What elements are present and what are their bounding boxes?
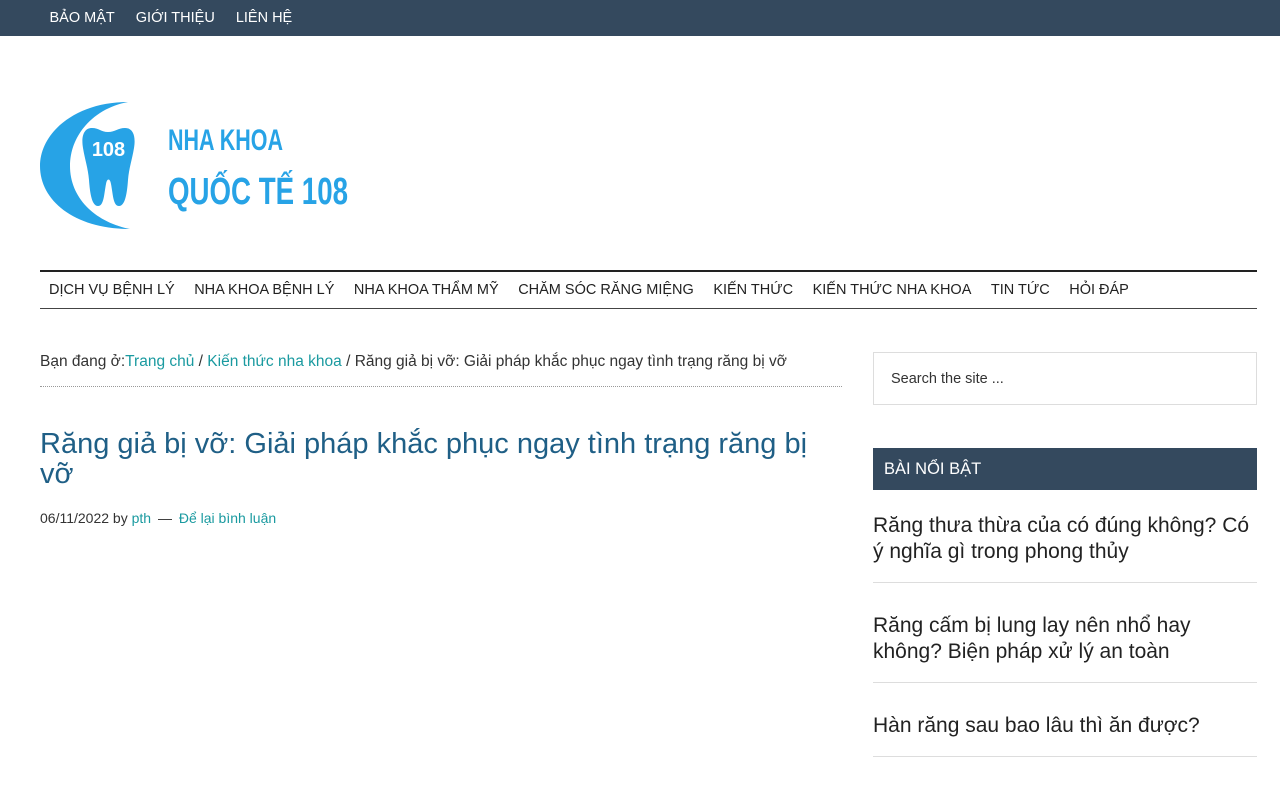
main-menu-item: KIẾN THỨC NHA KHOA: [804, 272, 982, 308]
search-input[interactable]: Search the site ...: [873, 352, 1257, 405]
featured-post-item: Răng cấm bị lung lay nên nhổ hay không? …: [873, 613, 1257, 683]
top-link-lien-he[interactable]: LIÊN HỆ: [236, 10, 292, 26]
post-date: 06/11/2022: [40, 510, 110, 526]
main-menu-item: DỊCH VỤ BỆNH LÝ: [40, 272, 185, 308]
main-menu: DỊCH VỤ BỆNH LÝ NHA KHOA BỆNH LÝ NHA KHO…: [40, 272, 1257, 308]
breadcrumb-home-link[interactable]: Trang chủ: [125, 353, 194, 370]
main-menu-item: NHA KHOA THẨM MỸ: [345, 272, 509, 308]
post-meta: 06/11/2022 by pth — Để lại bình luận: [40, 510, 842, 526]
breadcrumb-category-link[interactable]: Kiến thức nha khoa: [207, 353, 341, 370]
top-menu-item: BẢO MẬT: [39, 0, 125, 36]
top-menu-item: GIỚI THIỆU: [125, 0, 225, 36]
main-menu-item: NHA KHOA BỆNH LÝ: [185, 272, 345, 308]
nav-dich-vu-benh-ly[interactable]: DỊCH VỤ BỆNH LÝ: [49, 282, 175, 298]
logo-graphic: 108 NHA KHOA QUỐC TẾ 108: [40, 102, 348, 229]
featured-post-item: Hàn răng sau bao lâu thì ăn được?: [873, 713, 1257, 757]
leave-comment-link[interactable]: Để lại bình luận: [179, 510, 276, 526]
sidebar: Search the site ... BÀI NỔI BẬT Răng thư…: [873, 352, 1257, 787]
featured-post-link[interactable]: Hàn răng sau bao lâu thì ăn được?: [873, 713, 1257, 739]
top-link-gioi-thieu[interactable]: GIỚI THIỆU: [136, 10, 215, 26]
featured-post-item: Răng thưa thừa của có đúng không? Có ý n…: [873, 513, 1257, 583]
site-logo[interactable]: 108 NHA KHOA QUỐC TẾ 108: [40, 98, 360, 230]
breadcrumb-prefix: Bạn đang ở:: [40, 353, 126, 370]
featured-widget-title: BÀI NỔI BẬT: [873, 448, 1257, 490]
main-menu-item: CHĂM SÓC RĂNG MIỆNG: [509, 272, 704, 308]
main-content: Bạn đang ở:Trang chủ / Kiến thức nha kho…: [40, 348, 842, 526]
top-menu-item: LIÊN HỆ: [225, 0, 302, 36]
nav-hoi-dap[interactable]: HỎI ĐÁP: [1069, 282, 1129, 298]
meta-separator: —: [157, 510, 172, 526]
logo-badge-text: 108: [92, 139, 125, 161]
post-title: Răng giả bị vỡ: Giải pháp khắc phục ngay…: [40, 428, 808, 490]
main-menu-item: TIN TỨC: [982, 272, 1060, 308]
featured-post-link[interactable]: Răng cấm bị lung lay nên nhổ hay không? …: [873, 613, 1257, 665]
nav-kien-thuc[interactable]: KIẾN THỨC: [713, 282, 793, 298]
breadcrumb: Bạn đang ở:Trang chủ / Kiến thức nha kho…: [40, 348, 842, 387]
main-nav: DỊCH VỤ BỆNH LÝ NHA KHOA BỆNH LÝ NHA KHO…: [40, 270, 1257, 309]
nav-nha-khoa-benh-ly[interactable]: NHA KHOA BỆNH LÝ: [194, 282, 334, 298]
logo-line2: QUỐC TẾ 108: [168, 168, 348, 213]
featured-posts-list: Răng thưa thừa của có đúng không? Có ý n…: [873, 513, 1257, 757]
main-menu-item: KIẾN THỨC: [704, 272, 803, 308]
breadcrumb-separator: /: [341, 353, 355, 370]
post-author-link[interactable]: pth: [132, 510, 151, 526]
breadcrumb-current: Răng giả bị vỡ: Giải pháp khắc phục ngay…: [354, 353, 787, 370]
nav-kien-thuc-nha-khoa[interactable]: KIẾN THỨC NHA KHOA: [813, 282, 972, 298]
top-bar: BẢO MẬT GIỚI THIỆU LIÊN HỆ: [0, 0, 1280, 36]
breadcrumb-separator: /: [194, 353, 208, 370]
post-by-label: by: [112, 510, 128, 526]
nav-nha-khoa-tham-my[interactable]: NHA KHOA THẨM MỸ: [354, 282, 499, 298]
top-menu: BẢO MẬT GIỚI THIỆU LIÊN HỆ: [0, 0, 1280, 36]
top-link-bao-mat[interactable]: BẢO MẬT: [50, 10, 115, 26]
nav-tin-tuc[interactable]: TIN TỨC: [991, 282, 1050, 298]
logo-line1: NHA KHOA: [168, 124, 283, 157]
main-menu-item: HỎI ĐÁP: [1060, 272, 1139, 308]
featured-post-link[interactable]: Răng thưa thừa của có đúng không? Có ý n…: [873, 513, 1257, 565]
nav-cham-soc-rang-mieng[interactable]: CHĂM SÓC RĂNG MIỆNG: [518, 282, 694, 298]
